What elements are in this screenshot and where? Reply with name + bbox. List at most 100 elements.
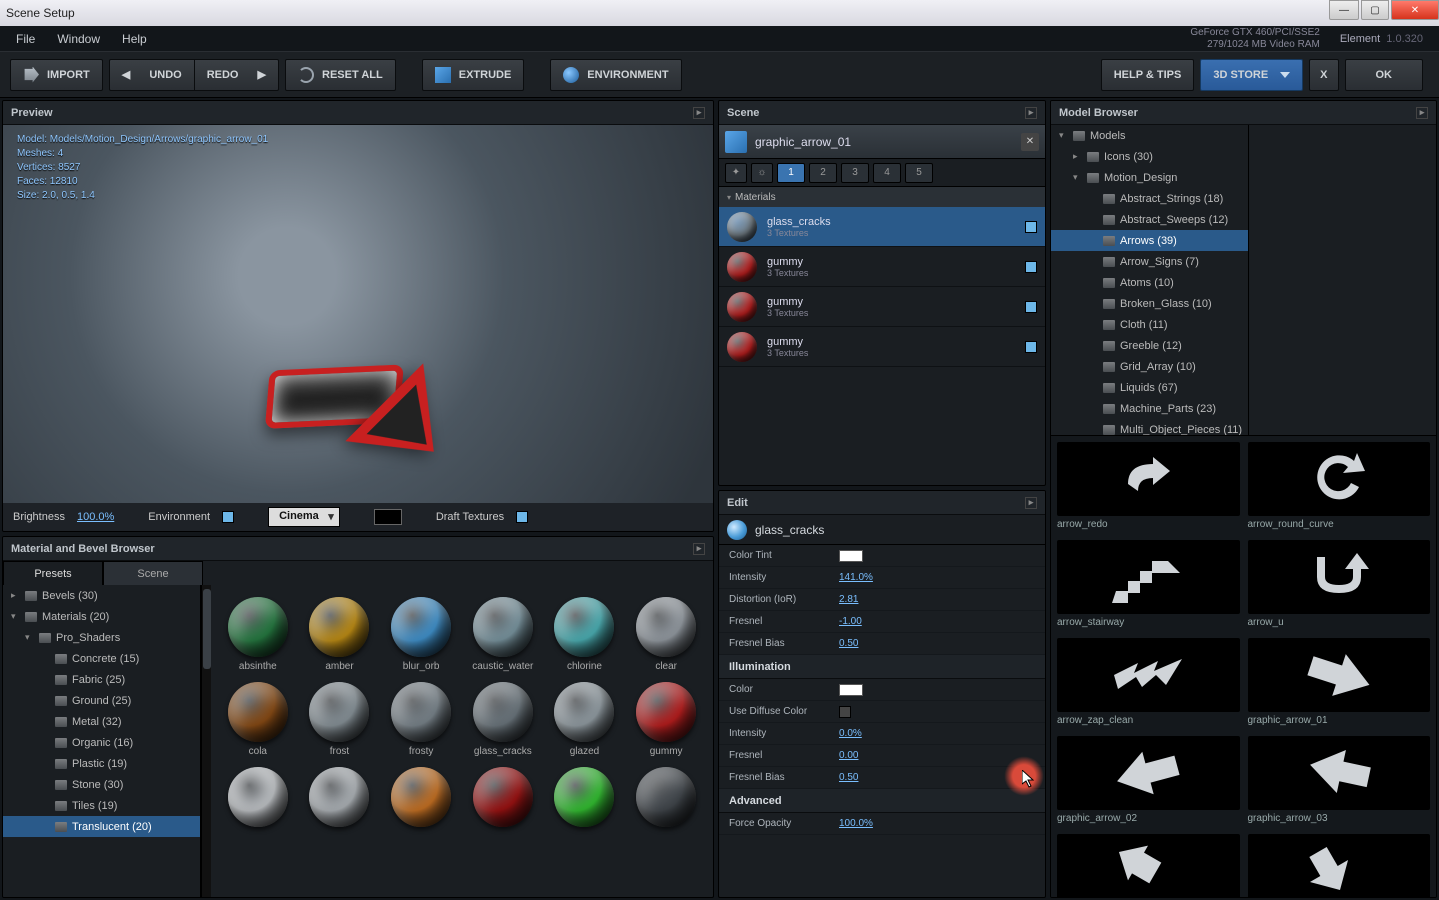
property-value[interactable]: -1.00 (839, 616, 862, 627)
environment-button[interactable]: ENVIRONMENT (550, 59, 681, 91)
scene-material-row[interactable]: glass_cracks3 Textures (719, 207, 1045, 247)
material-thumb[interactable] (382, 767, 460, 831)
model-tree-item[interactable]: Greeble (12) (1051, 335, 1248, 356)
property-value[interactable]: 0.0% (839, 728, 862, 739)
material-thumb[interactable]: absinthe (219, 597, 297, 672)
tree-item[interactable]: Fabric (25) (3, 669, 200, 690)
model-tree-item[interactable]: Arrow_Signs (7) (1051, 251, 1248, 272)
tree-item[interactable]: ▾Materials (20) (3, 606, 200, 627)
model-tree-item[interactable]: ▾Motion_Design (1051, 167, 1248, 188)
material-thumb[interactable]: amber (301, 597, 379, 672)
color-swatch[interactable] (839, 684, 863, 696)
group-slot-3[interactable]: 3 (841, 163, 869, 183)
environment-checkbox[interactable] (222, 511, 234, 523)
tree-item[interactable]: ▾Pro_Shaders (3, 627, 200, 648)
brightness-value[interactable]: 100.0% (77, 511, 114, 523)
model-tree-item[interactable]: Multi_Object_Pieces (11) (1051, 419, 1248, 435)
model-card[interactable] (1248, 834, 1431, 897)
tree-item[interactable]: Plastic (19) (3, 753, 200, 774)
property-value[interactable]: 0.50 (839, 638, 858, 649)
ok-button[interactable]: OK (1345, 59, 1424, 91)
property-value[interactable]: 2.81 (839, 594, 858, 605)
menu-window[interactable]: Window (57, 32, 100, 46)
material-thumb[interactable]: frosty (382, 682, 460, 757)
material-thumb[interactable] (464, 767, 542, 831)
material-thumb[interactable] (627, 767, 705, 831)
model-card[interactable]: graphic_arrow_02 (1057, 736, 1240, 824)
x-button[interactable]: X (1309, 59, 1338, 91)
tree-item[interactable]: ▸Bevels (30) (3, 585, 200, 606)
material-thumb[interactable] (219, 767, 297, 831)
tree-item[interactable]: Metal (32) (3, 711, 200, 732)
model-card[interactable]: graphic_arrow_03 (1248, 736, 1431, 824)
undo-button[interactable]: ◀ UNDO (109, 59, 195, 91)
draft-textures-checkbox[interactable] (516, 511, 528, 523)
model-grid[interactable]: arrow_redoarrow_round_curvearrow_stairwa… (1051, 435, 1436, 897)
model-tree[interactable]: ▾Models▸Icons (30)▾Motion_DesignAbstract… (1051, 125, 1249, 435)
scene-tool-node-icon[interactable]: ✦ (725, 163, 747, 183)
property-value[interactable]: 0.50 (839, 772, 858, 783)
redo-button[interactable]: REDO ▶ (195, 59, 279, 91)
material-visible-checkbox[interactable] (1025, 261, 1037, 273)
material-thumb[interactable]: caustic_water (464, 597, 542, 672)
group-slot-4[interactable]: 4 (873, 163, 901, 183)
model-tree-item[interactable]: Cloth (11) (1051, 314, 1248, 335)
edit-properties[interactable]: Color TintIntensity141.0%Distortion (IoR… (719, 545, 1045, 897)
material-visible-checkbox[interactable] (1025, 341, 1037, 353)
property-value[interactable]: 100.0% (839, 818, 873, 829)
model-tree-item[interactable]: Liquids (67) (1051, 377, 1248, 398)
model-card[interactable]: arrow_redo (1057, 442, 1240, 530)
material-thumb[interactable]: glass_cracks (464, 682, 542, 757)
tree-item[interactable]: Translucent (20) (3, 816, 200, 837)
model-tree-item[interactable]: Arrows (39) (1051, 230, 1248, 251)
model-card[interactable]: arrow_u (1248, 540, 1431, 628)
material-browser-expand-icon[interactable] (693, 543, 705, 555)
model-card[interactable]: arrow_zap_clean (1057, 638, 1240, 726)
tree-item[interactable]: Tiles (19) (3, 795, 200, 816)
menu-file[interactable]: File (16, 32, 35, 46)
materials-subheader[interactable]: Materials (719, 187, 1045, 207)
window-maximize-button[interactable]: ▢ (1361, 0, 1389, 20)
material-thumb[interactable]: chlorine (546, 597, 624, 672)
preview-viewport[interactable]: Model: Models/Motion_Design/Arrows/graph… (3, 125, 713, 503)
property-value[interactable]: 0.00 (839, 750, 858, 761)
model-tree-item[interactable]: Broken_Glass (10) (1051, 293, 1248, 314)
material-thumb[interactable] (546, 767, 624, 831)
model-tree-item[interactable]: Grid_Array (10) (1051, 356, 1248, 377)
model-card[interactable] (1057, 834, 1240, 897)
window-minimize-button[interactable]: — (1329, 0, 1359, 20)
model-card[interactable]: arrow_round_curve (1248, 442, 1431, 530)
material-tree[interactable]: ▸Bevels (30)▾Materials (20)▾Pro_ShadersC… (3, 585, 201, 897)
tree-item[interactable]: Ground (25) (3, 690, 200, 711)
material-visible-checkbox[interactable] (1025, 301, 1037, 313)
edit-expand-icon[interactable] (1025, 497, 1037, 509)
scene-material-row[interactable]: gummy3 Textures (719, 327, 1045, 367)
tree-item[interactable]: Concrete (15) (3, 648, 200, 669)
model-browser-expand-icon[interactable] (1416, 107, 1428, 119)
property-value[interactable]: 141.0% (839, 572, 873, 583)
model-tree-item[interactable]: Abstract_Sweeps (12) (1051, 209, 1248, 230)
extrude-button[interactable]: EXTRUDE (422, 59, 525, 91)
scene-expand-icon[interactable] (1025, 107, 1037, 119)
material-tree-scrollbar[interactable] (201, 585, 211, 897)
material-visible-checkbox[interactable] (1025, 221, 1037, 233)
model-card[interactable]: graphic_arrow_01 (1248, 638, 1431, 726)
material-thumb[interactable]: gummy (627, 682, 705, 757)
model-tree-item[interactable]: Machine_Parts (23) (1051, 398, 1248, 419)
scene-material-row[interactable]: gummy3 Textures (719, 287, 1045, 327)
3d-store-button[interactable]: 3D STORE (1200, 59, 1303, 91)
group-slot-2[interactable]: 2 (809, 163, 837, 183)
help-tips-button[interactable]: HELP & TIPS (1101, 59, 1195, 91)
model-tree-item[interactable]: Atoms (10) (1051, 272, 1248, 293)
model-card[interactable]: arrow_stairway (1057, 540, 1240, 628)
tab-presets[interactable]: Presets (3, 561, 103, 585)
scene-tool-gear-icon[interactable]: ☼ (751, 163, 773, 183)
model-tree-item[interactable]: ▸Icons (30) (1051, 146, 1248, 167)
tree-item[interactable]: Stone (30) (3, 774, 200, 795)
material-thumb[interactable]: glazed (546, 682, 624, 757)
tab-scene[interactable]: Scene (103, 561, 203, 585)
material-thumb[interactable] (301, 767, 379, 831)
property-checkbox[interactable] (839, 706, 851, 718)
import-button[interactable]: IMPORT (10, 59, 103, 91)
material-thumbnails[interactable]: absintheamberblur_orbcaustic_waterchlori… (211, 585, 713, 897)
